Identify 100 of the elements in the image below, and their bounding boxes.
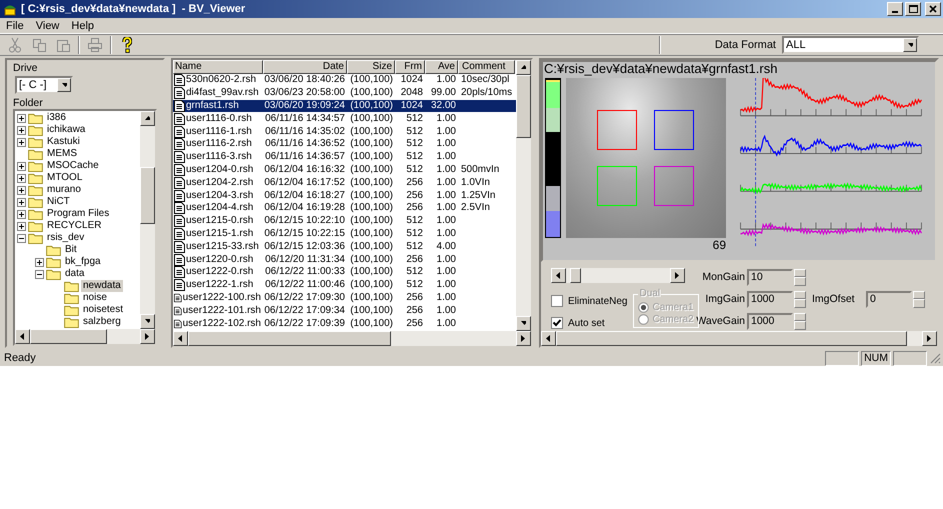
scroll-down-button[interactable] [516, 316, 531, 331]
scroll-right-button[interactable] [140, 329, 155, 344]
file-row[interactable]: user1116-0.rsh 06/11/16 14:34:57 (100,100) 512 1.00 [173, 112, 516, 126]
scroll-left-button[interactable] [541, 331, 556, 346]
spin-button[interactable] [794, 268, 806, 286]
folder-item[interactable]: murano [45, 184, 83, 196]
scroll-thumb[interactable] [188, 331, 392, 346]
file-row[interactable]: user1222-1.rsh 06/12/22 11:00:46 (100,100) 512 1.00 [173, 278, 516, 292]
scroll-right-button[interactable] [922, 331, 937, 346]
expand-icon[interactable] [17, 210, 26, 218]
scroll-thumb[interactable] [140, 167, 155, 224]
spin-button[interactable] [794, 290, 806, 308]
file-row[interactable]: user1222-101.rsh 06/12/22 17:09:34 (100,100) 256 1.00 [173, 304, 516, 318]
file-row[interactable]: user1116-2.rsh 06/11/16 14:36:52 (100,100) 512 1.00 [173, 138, 516, 151]
spin-button[interactable] [794, 312, 806, 330]
file-row[interactable]: user1222-102.rsh 06/12/22 17:09:39 (100,100) 256 1.00 [173, 317, 516, 330]
column-header[interactable]: Name [173, 60, 263, 74]
file-row[interactable]: user1215-0.rsh 06/12/15 10:22:10 (100,100) 512 1.00 [173, 214, 516, 228]
file-row[interactable]: user1204-4.rsh 06/12/04 16:19:28 (100,100) 256 1.00 2.5VIn [173, 202, 516, 215]
file-row[interactable]: user1215-33.rsh 06/12/15 12:03:36 (100,100) 512 4.00 [173, 240, 516, 254]
vertical-scrollbar[interactable] [516, 60, 531, 331]
folder-item[interactable]: rsis_dev [45, 232, 86, 244]
scroll-thumb[interactable] [30, 329, 107, 344]
menu-item[interactable]: View [30, 20, 66, 32]
expand-icon[interactable] [17, 186, 26, 194]
expand-icon[interactable] [17, 174, 26, 182]
scroll-up-button[interactable] [516, 60, 531, 75]
checkbox[interactable] [551, 295, 563, 307]
expand-icon[interactable] [17, 198, 26, 206]
table-cell-text: (100,100) [349, 279, 394, 292]
expand-icon[interactable] [35, 258, 44, 266]
scroll-left-button[interactable] [173, 331, 188, 346]
folder-item[interactable]: MSOCache [45, 160, 101, 172]
maximize-button[interactable] [905, 2, 921, 16]
horizontal-scrollbar[interactable] [15, 329, 155, 344]
scroll-thumb[interactable] [516, 75, 531, 138]
expand-icon[interactable] [17, 162, 26, 170]
folder-item[interactable]: ichikawa [45, 124, 88, 136]
folder-item[interactable]: RECYCLER [45, 220, 104, 232]
file-row[interactable]: user1204-2.rsh 06/12/04 16:17:52 (100,100) 256 1.00 1.0VIn [173, 176, 516, 190]
column-header[interactable]: Ave [425, 60, 458, 74]
drive-dropdown[interactable]: [- C -] [15, 76, 73, 94]
input-field[interactable]: 10 [747, 268, 793, 286]
column-header[interactable]: Frm [395, 60, 425, 74]
file-row[interactable]: user1116-3.rsh 06/11/16 14:36:57 (100,100) 512 1.00 [173, 150, 516, 164]
folder-item[interactable]: NiCT [45, 196, 72, 208]
close-button[interactable] [925, 2, 941, 16]
file-row[interactable]: user1204-0.rsh 06/12/04 16:16:32 (100,100) 512 1.00 500mvIn [173, 164, 516, 176]
collapse-icon[interactable] [17, 234, 26, 242]
horizontal-scrollbar[interactable] [173, 331, 531, 346]
folder-item[interactable]: MTOOL [45, 172, 84, 184]
folder-item[interactable]: newdata [81, 280, 123, 292]
drive-label: Drive [13, 62, 39, 74]
file-row[interactable]: user1220-0.rsh 06/12/20 11:31:34 (100,100) 256 1.00 [173, 253, 516, 266]
expand-icon[interactable] [17, 138, 26, 146]
folder-item[interactable]: salzberg [81, 316, 123, 328]
scroll-left-button[interactable] [551, 268, 566, 283]
column-header[interactable]: Size [347, 60, 395, 74]
file-row[interactable]: user1204-3.rsh 06/12/04 16:18:27 (100,100) 256 1.00 1.25VIn [173, 189, 516, 202]
column-header[interactable]: Comment [458, 60, 515, 74]
input-field[interactable]: 1000 [747, 312, 793, 330]
scroll-right-button[interactable] [670, 268, 685, 283]
file-row[interactable]: grnfast1.rsh 03/06/20 19:09:24 (100,100) 1024 32.00 [173, 100, 516, 112]
scroll-down-button[interactable] [140, 314, 155, 329]
file-row[interactable]: user1116-1.rsh 06/11/16 14:35:02 (100,100) 512 1.00 [173, 125, 516, 138]
scroll-up-button[interactable] [140, 111, 155, 126]
input-field[interactable]: 0 [866, 290, 912, 308]
folder-item[interactable]: data [63, 268, 86, 280]
scroll-right-button[interactable] [516, 331, 531, 346]
data-format-dropdown[interactable]: ALL [782, 36, 919, 54]
folder-item[interactable]: noisetest [81, 304, 126, 316]
expand-icon[interactable] [17, 114, 26, 122]
folder-item[interactable]: Program Files [45, 208, 112, 220]
roi-box[interactable] [654, 110, 694, 150]
folder-item[interactable]: i386 [45, 112, 68, 124]
checkbox[interactable] [551, 317, 563, 329]
collapse-icon[interactable] [35, 270, 44, 278]
frame-slider[interactable] [551, 268, 685, 283]
expand-icon[interactable] [17, 126, 26, 134]
input-field[interactable]: 1000 [747, 290, 793, 308]
scroll-left-button[interactable] [15, 329, 30, 344]
menu-item[interactable]: Help [65, 20, 100, 32]
folder-item[interactable]: noise [81, 292, 109, 304]
file-row[interactable]: di4fast_99av.rsh 03/06/23 20:58:00 (100,100) 2048 99.00 20pls/10ms [173, 86, 516, 100]
file-row[interactable]: user1222-0.rsh 06/12/22 11:00:33 (100,100) 512 1.00 [173, 266, 516, 279]
file-row[interactable]: user1215-1.rsh 06/12/15 10:22:15 (100,100) 512 1.00 [173, 228, 516, 240]
file-row[interactable]: user1222-100.rsh 06/12/22 17:09:30 (100,100) 256 1.00 [173, 292, 516, 304]
spin-button[interactable] [913, 290, 925, 308]
minimize-button[interactable] [887, 2, 903, 16]
folder-item[interactable]: MEMS [45, 148, 79, 160]
file-row[interactable]: 530n0620-2.rsh 03/06/20 18:40:26 (100,100) 1024 1.00 10sec/30pl [173, 74, 516, 87]
column-header[interactable]: Date [263, 60, 347, 74]
folder-item[interactable]: Kastuki [45, 136, 82, 148]
folder-item[interactable]: bk_fpga [63, 256, 103, 268]
folder-item[interactable]: Bit [63, 244, 79, 256]
menu-item[interactable]: File [0, 20, 30, 32]
slider-thumb[interactable] [570, 268, 582, 283]
vertical-scrollbar[interactable] [140, 111, 155, 329]
expand-icon[interactable] [17, 222, 26, 230]
roi-box[interactable] [597, 110, 637, 150]
